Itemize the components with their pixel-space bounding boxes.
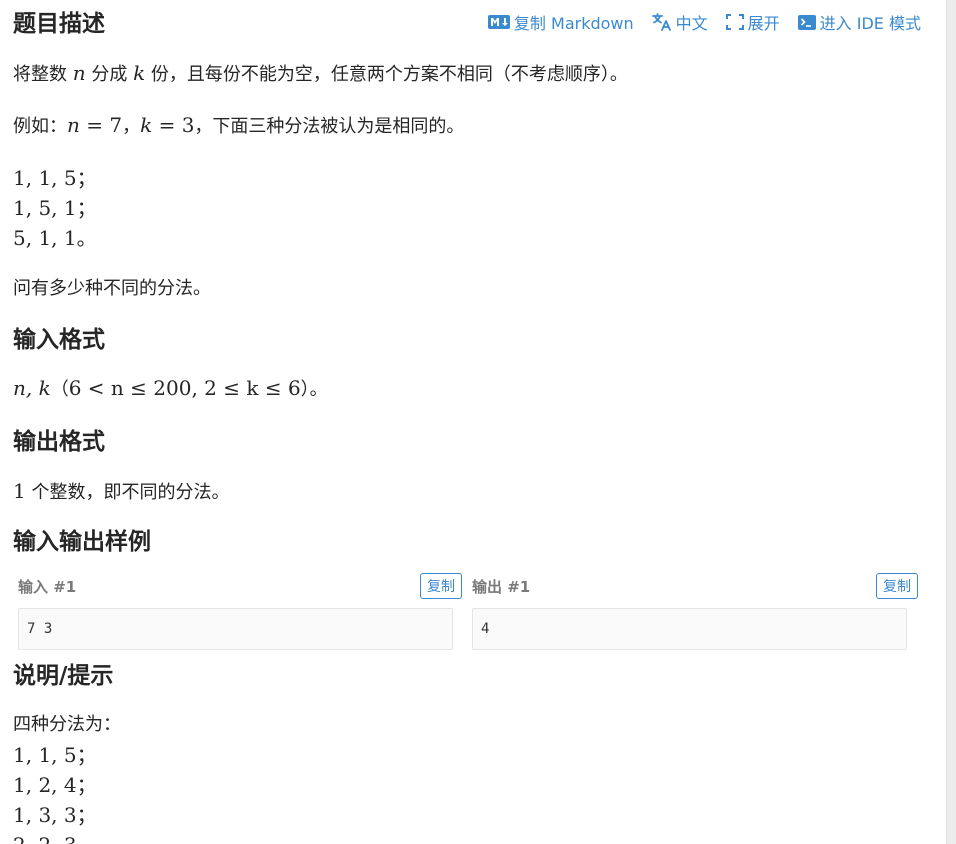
expand-icon (725, 14, 744, 30)
hint-title: 说明/提示 (13, 663, 114, 689)
hint-intro: 四种分法为： (13, 714, 121, 735)
copy-input-button[interactable]: 复制 (420, 573, 462, 599)
output-format-title: 输出格式 (13, 429, 105, 455)
markdown-icon (487, 15, 510, 29)
constraint: 6 < n ≤ 200, 2 ≤ k ≤ 6 (68, 376, 301, 400)
output-format-text: 1 个整数，即不同的分法。 (13, 477, 229, 507)
copy-output-button[interactable]: 复制 (876, 573, 918, 599)
copy-markdown-label: 复制 Markdown (513, 14, 634, 33)
description-line-1: 将整数 n 分成 k 份，且每份不能为空，任意两个方案不相同（不考虑顺序）。 (13, 59, 628, 89)
question-text: 问有多少种不同的分法。 (13, 278, 211, 299)
hint-line-2: 1, 2, 4； (13, 773, 97, 797)
copy-markdown-button[interactable]: 复制 Markdown (487, 10, 634, 34)
math: = 3 (152, 113, 195, 137)
language-button[interactable]: 中文 (651, 10, 708, 34)
samples-title: 输入输出样例 (13, 529, 151, 555)
number: 1 (13, 479, 26, 503)
math: = 7 (79, 113, 123, 137)
expand-label: 展开 (747, 14, 780, 33)
text: 份，且每份不能为空，任意两个方案不相同（不考虑顺序）。 (145, 64, 628, 85)
var-k: k (133, 61, 146, 85)
sample-output-value[interactable]: 4 (472, 608, 907, 650)
sample-output-label: 输出 #1 (472, 578, 531, 596)
example-1: 1, 1, 5； (13, 166, 97, 190)
example-3: 5, 1, 1。 (13, 226, 97, 250)
text: 分成 (85, 64, 134, 85)
expand-button[interactable]: 展开 (725, 10, 780, 34)
hint-line-4: 2, 2, 3. (13, 831, 83, 844)
var-k: k (140, 113, 153, 137)
description-line-2: 例如：n = 7，k = 3，下面三种分法被认为是相同的。 (13, 111, 464, 141)
text: （ (50, 379, 69, 400)
input-format-text: n, k（6 < n ≤ 200, 2 ≤ k ≤ 6）。 (13, 374, 328, 404)
text: ，下面三种分法被认为是相同的。 (194, 116, 465, 137)
language-label: 中文 (675, 14, 708, 33)
problem-page: 题目描述 复制 Markdown 中文 展开 进入 IDE 模式 将整数 n 分… (0, 0, 956, 844)
input-format-title: 输入格式 (13, 327, 105, 353)
var-n: n (72, 61, 86, 85)
terminal-icon (797, 14, 816, 30)
text: 个整数，即不同的分法。 (25, 482, 230, 503)
ide-mode-label: 进入 IDE 模式 (819, 14, 921, 33)
hint-line-1: 1, 1, 5； (13, 743, 97, 767)
header-row: 题目描述 复制 Markdown 中文 展开 进入 IDE 模式 (13, 8, 923, 40)
text: ）。 (300, 379, 328, 400)
translate-icon (651, 13, 671, 31)
text: 例如： (13, 116, 67, 137)
scrollbar[interactable] (946, 0, 956, 844)
ide-mode-button[interactable]: 进入 IDE 模式 (797, 10, 921, 34)
vars: n, k (13, 376, 51, 400)
text: ， (122, 116, 141, 137)
sample-input-label: 输入 #1 (18, 578, 77, 596)
var-n: n (67, 113, 80, 137)
toolbar: 复制 Markdown 中文 展开 进入 IDE 模式 (487, 8, 921, 36)
hint-line-3: 1, 3, 3； (13, 803, 97, 827)
example-2: 1, 5, 1； (13, 196, 97, 220)
text: 将整数 (13, 64, 73, 85)
sample-input-value[interactable]: 7 3 (18, 608, 453, 650)
